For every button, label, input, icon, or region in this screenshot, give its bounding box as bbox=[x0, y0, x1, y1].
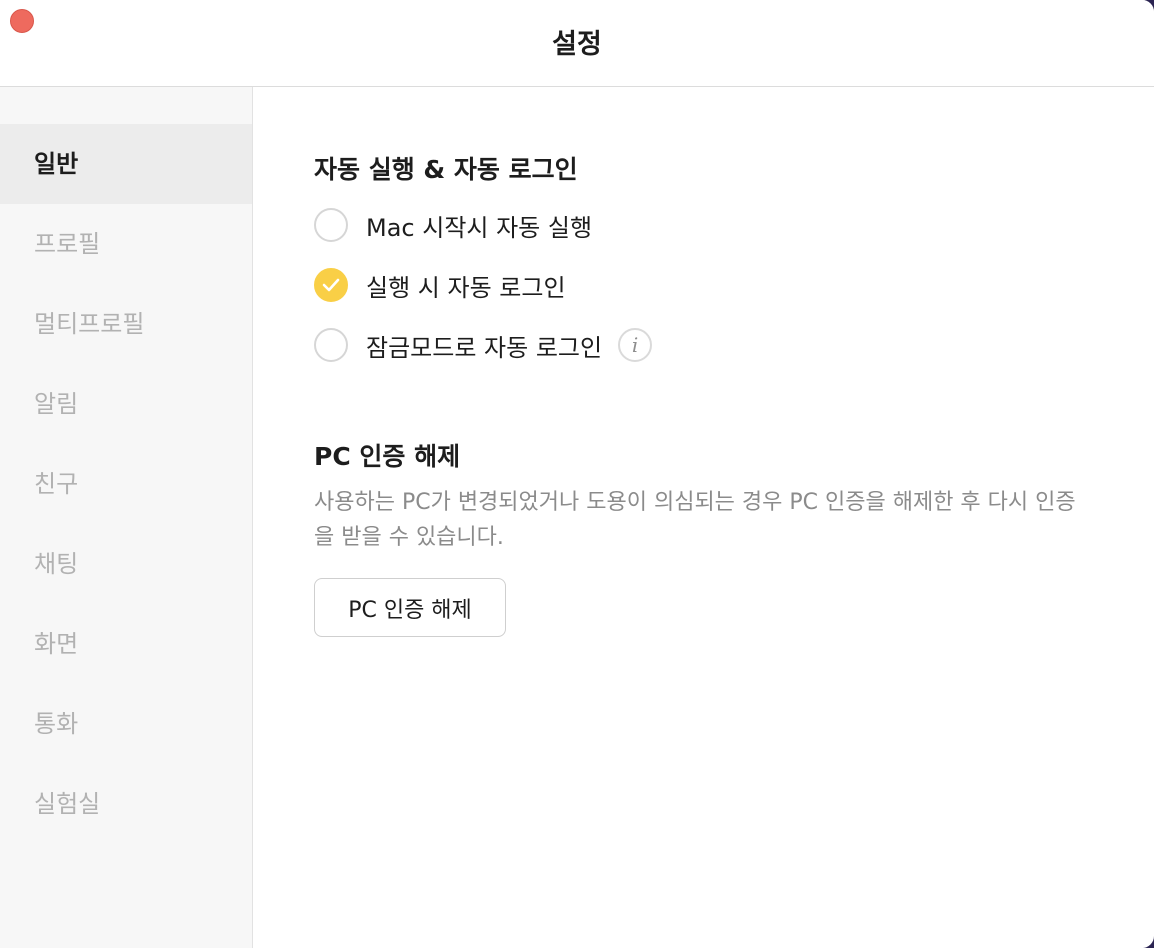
pc-auth-reset-button[interactable]: PC 인증 해제 bbox=[314, 578, 506, 637]
settings-window: 설정 일반 프로필 멀티프로필 알림 친구 채팅 화면 통화 실험실 자동 실행… bbox=[0, 0, 1154, 948]
sidebar-item-labs[interactable]: 실험실 bbox=[0, 764, 252, 844]
window-title: 설정 bbox=[552, 29, 602, 60]
general-settings-panel: 자동 실행 & 자동 로그인 Mac 시작시 자동 실행 실행 시 자동 로그인… bbox=[253, 87, 1154, 948]
option-launch-at-startup[interactable]: Mac 시작시 자동 실행 bbox=[314, 207, 592, 243]
option-label: 실행 시 자동 로그인 bbox=[366, 273, 566, 302]
checkmark-icon bbox=[322, 278, 340, 292]
option-auto-login[interactable]: 실행 시 자동 로그인 bbox=[314, 267, 566, 303]
sidebar-item-profile[interactable]: 프로필 bbox=[0, 204, 252, 284]
sidebar-item-chats[interactable]: 채팅 bbox=[0, 524, 252, 604]
pc-auth-description: 사용하는 PC가 변경되었거나 도용이 의심되는 경우 PC 인증을 해제한 후… bbox=[314, 490, 1076, 550]
info-icon[interactable]: i bbox=[618, 328, 653, 362]
auto-login-radio[interactable] bbox=[314, 268, 348, 302]
sidebar-item-multiprofile[interactable]: 멀티프로필 bbox=[0, 284, 252, 364]
settings-sidebar: 일반 프로필 멀티프로필 알림 친구 채팅 화면 통화 실험실 bbox=[0, 87, 253, 948]
lock-mode-login-radio[interactable] bbox=[314, 328, 348, 362]
launch-at-startup-radio[interactable] bbox=[314, 208, 348, 242]
sidebar-item-notifications[interactable]: 알림 bbox=[0, 364, 252, 444]
sidebar-item-calls[interactable]: 통화 bbox=[0, 684, 252, 764]
option-label: 잠금모드로 자동 로그인 bbox=[366, 333, 603, 362]
autorun-section-title: 자동 실행 & 자동 로그인 bbox=[314, 155, 578, 184]
option-label: Mac 시작시 자동 실행 bbox=[366, 213, 593, 242]
sidebar-item-display[interactable]: 화면 bbox=[0, 604, 252, 684]
title-bar: 설정 bbox=[0, 0, 1154, 87]
sidebar-item-friends[interactable]: 친구 bbox=[0, 444, 252, 524]
option-lock-mode-login[interactable]: 잠금모드로 자동 로그인 i bbox=[314, 327, 653, 363]
sidebar-item-general[interactable]: 일반 bbox=[0, 124, 252, 204]
pc-auth-section-title: PC 인증 해제 bbox=[314, 442, 461, 471]
